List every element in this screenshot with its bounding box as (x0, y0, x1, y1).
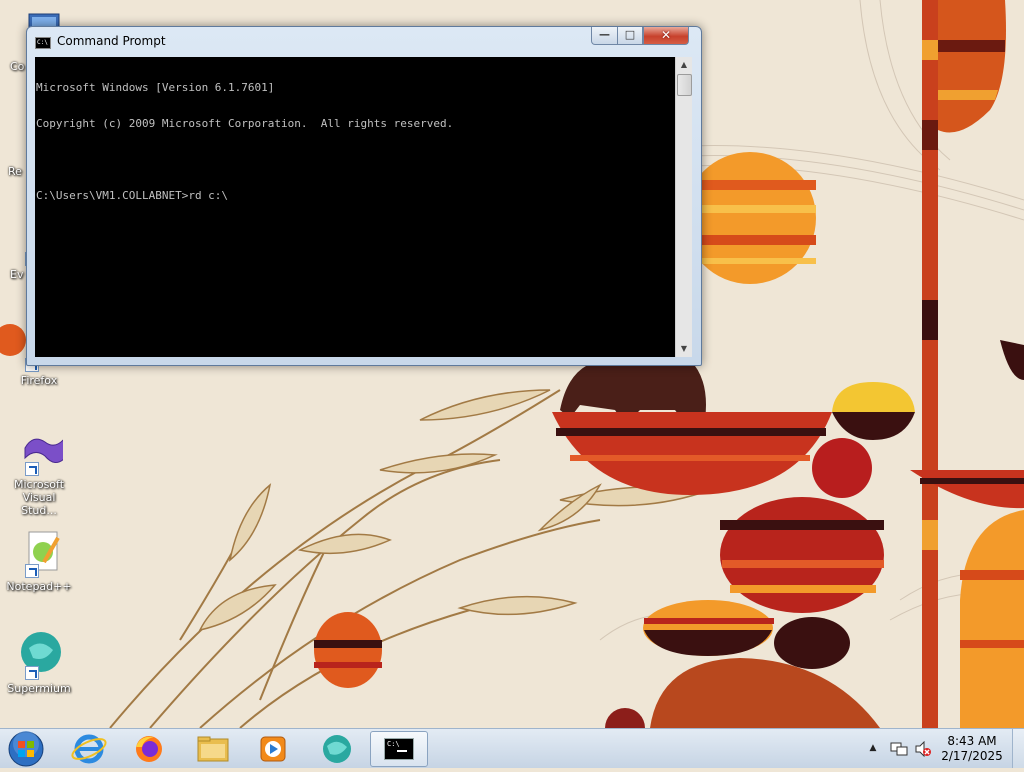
cmd-icon-text: C:\ (387, 740, 400, 748)
clock-date: 2/17/2025 (941, 749, 1003, 763)
desktop-icon-label: Notepad++ (6, 580, 72, 593)
maximize-button[interactable]: □ (617, 27, 643, 45)
start-button[interactable] (6, 730, 46, 768)
console-icon: C:\ (35, 37, 51, 49)
network-icon[interactable] (890, 741, 908, 757)
taskbar: C:\ ▲ 8:43 AM 2/17/2025 (0, 728, 1024, 768)
scroll-down-icon[interactable]: ▼ (676, 341, 692, 357)
vertical-scrollbar[interactable]: ▲ ▼ (675, 57, 692, 357)
taskbar-file-explorer[interactable] (184, 731, 242, 767)
taskbar-firefox[interactable] (120, 731, 178, 767)
windows-logo-icon (8, 731, 44, 767)
maximize-icon: □ (624, 28, 636, 41)
console-output[interactable]: Microsoft Windows [Version 6.1.7601] Cop… (35, 57, 675, 357)
minimize-button[interactable]: — (591, 27, 618, 45)
cursor-mark (397, 750, 407, 752)
desktop-icon-supermium[interactable]: Supermium (4, 632, 74, 695)
command-prompt-window[interactable]: C:\ Command Prompt — □ ✕ Microsoft Windo… (26, 26, 702, 366)
console-line: C:\Users\VM1.COLLABNET>rd c:\ (36, 189, 229, 202)
desktop-icon-label: Microsoft Visual Stud... (13, 478, 65, 517)
desktop-icon-notepadpp[interactable]: Notepad++ (4, 530, 74, 593)
clock-time: 8:43 AM (947, 734, 997, 748)
desktop: Co Re Ev Firefox Microsoft Visual Stud..… (0, 0, 1024, 728)
taskbar-media-player[interactable] (244, 731, 302, 767)
volume-muted-icon[interactable] (914, 741, 932, 757)
console-line: Microsoft Windows [Version 6.1.7601] (36, 81, 275, 94)
folder-icon (197, 736, 229, 762)
taskbar-command-prompt[interactable]: C:\ (370, 731, 428, 767)
internet-explorer-icon (71, 734, 107, 764)
desktop-icon-visual-studio[interactable]: Microsoft Visual Stud... (4, 428, 74, 517)
scroll-up-icon[interactable]: ▲ (676, 57, 692, 73)
console-line: Copyright (c) 2009 Microsoft Corporation… (36, 117, 454, 130)
firefox-icon (136, 736, 162, 762)
desktop-icon-label: Firefox (20, 374, 58, 387)
close-icon: ✕ (660, 28, 672, 42)
system-clock[interactable]: 8:43 AM 2/17/2025 (934, 734, 1010, 764)
close-button[interactable]: ✕ (643, 27, 689, 45)
title-bar[interactable]: C:\ Command Prompt — □ ✕ (27, 27, 701, 55)
scroll-thumb[interactable] (677, 74, 692, 96)
minimize-icon: — (599, 28, 610, 41)
show-desktop-button[interactable] (1012, 729, 1024, 768)
show-hidden-icons-button[interactable]: ▲ (866, 739, 880, 757)
visual-studio-icon (15, 428, 66, 476)
taskbar-supermium[interactable] (308, 731, 366, 767)
supermium-icon (15, 632, 63, 680)
desktop-icon-label: Supermium (7, 682, 71, 695)
console-icon: C:\ (384, 738, 414, 760)
window-title: Command Prompt (57, 34, 166, 48)
media-player-icon (260, 736, 286, 762)
taskbar-internet-explorer[interactable] (60, 731, 118, 767)
notepadpp-icon (15, 530, 63, 578)
supermium-icon (323, 735, 351, 763)
